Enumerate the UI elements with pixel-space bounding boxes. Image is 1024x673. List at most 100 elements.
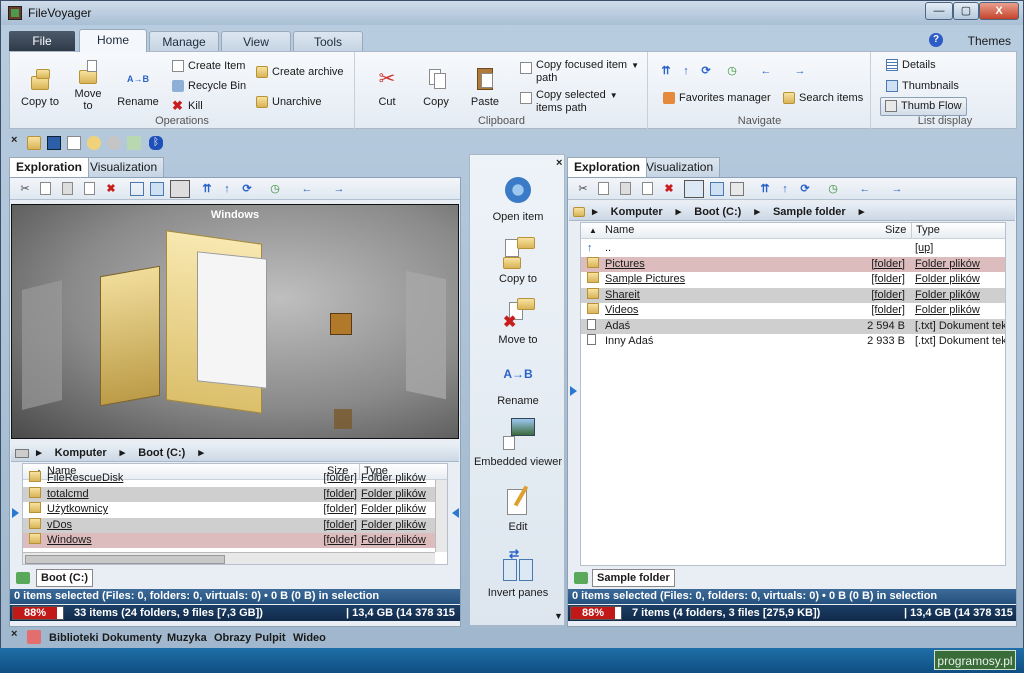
left-drive-tab[interactable]: Boot (C:)	[36, 569, 94, 587]
help-icon[interactable]: ?	[929, 33, 943, 47]
library-wideo[interactable]: Wideo	[293, 632, 326, 644]
back-icon[interactable]: ←	[759, 64, 773, 78]
table-row[interactable]: Adaś 2 594 B [.txt] Dokument teks	[581, 318, 1005, 334]
copy-to-button[interactable]: Copy to	[16, 66, 64, 108]
left-horizontal-scrollbar[interactable]	[23, 552, 435, 564]
breadcrumb-sample-folder[interactable]: Sample folder	[773, 206, 846, 218]
right-breadcrumb[interactable]: ▸ Komputer ▸ Boot (C:) ▸ Sample folder ▸	[569, 203, 1015, 221]
unarchive-button[interactable]: Unarchive	[256, 96, 322, 109]
thumbnails-view-icon[interactable]	[150, 182, 164, 196]
close-libraries-icon[interactable]: ×	[11, 628, 17, 640]
search-items-button[interactable]: Search items	[783, 92, 863, 105]
open-item-button[interactable]: Open item	[470, 173, 566, 223]
tab-home[interactable]: Home	[79, 29, 147, 52]
go-root-icon[interactable]: ⇈	[758, 182, 772, 196]
thumb-flow-view-button[interactable]: Thumb Flow	[880, 97, 967, 116]
drive-folder-icon[interactable]	[27, 136, 41, 150]
back-icon[interactable]: ←	[300, 182, 314, 196]
close-panel-icon[interactable]: ×	[556, 157, 562, 169]
table-row[interactable]: Windows [folder] Folder plików	[23, 533, 435, 548]
cut-icon[interactable]: ✂	[576, 182, 590, 196]
table-row[interactable]: ↑.. [up]	[581, 241, 1005, 256]
center-rename-button[interactable]: A→B Rename	[470, 357, 566, 407]
copy-focused-path-button[interactable]: Copy focused item path▼	[520, 59, 639, 85]
breadcrumb-komputer[interactable]: Komputer	[611, 206, 663, 218]
create-archive-button[interactable]: Create archive	[256, 66, 344, 79]
library-muzyka[interactable]: Muzyka	[167, 632, 207, 644]
add-tab-icon[interactable]	[16, 572, 30, 584]
details-view-button[interactable]: Details	[886, 59, 936, 72]
table-row[interactable]: Pictures [folder] Folder plików	[581, 256, 1005, 272]
go-root-icon[interactable]: ⇈	[200, 182, 214, 196]
rename-button[interactable]: A→B Rename	[114, 66, 162, 108]
left-breadcrumb[interactable]: ▸ Komputer ▸ Boot (C:) ▸	[11, 444, 459, 462]
thumb-flow-viewer[interactable]: Windows	[11, 204, 459, 439]
right-tab-exploration[interactable]: Exploration	[567, 157, 648, 177]
go-up-icon[interactable]: ↑	[679, 64, 693, 78]
details-view-icon[interactable]	[684, 180, 704, 198]
column-name[interactable]: Name	[605, 223, 634, 238]
kill-button[interactable]: ✖ Kill	[172, 99, 203, 113]
paste-icon[interactable]	[62, 182, 73, 195]
center-copy-to-button[interactable]: Copy to	[470, 235, 566, 285]
title-bar[interactable]: FileVoyager — ▢ X	[1, 1, 1023, 25]
cut-button[interactable]: ✂ Cut	[372, 66, 402, 108]
forward-icon[interactable]: →	[332, 182, 346, 196]
bluetooth-icon[interactable]: ᛒ	[149, 136, 163, 150]
left-vertical-scrollbar[interactable]	[435, 480, 447, 552]
table-row[interactable]: vDos [folder] Folder plików	[23, 517, 435, 533]
library-biblioteki[interactable]: Biblioteki	[49, 632, 99, 644]
go-root-icon[interactable]: ⇈	[659, 64, 673, 78]
delete-icon[interactable]: ✖	[104, 182, 118, 196]
minimize-button[interactable]: —	[925, 2, 953, 20]
refresh-icon[interactable]: ⟳	[240, 182, 254, 196]
recycle-icon[interactable]	[127, 136, 141, 150]
center-move-to-button[interactable]: ✖ Move to	[470, 296, 566, 346]
details-view-icon[interactable]	[130, 182, 144, 196]
right-tab-visualization[interactable]: Visualization	[639, 157, 721, 177]
column-size[interactable]: Size	[885, 223, 906, 238]
new-item-icon[interactable]	[642, 182, 653, 195]
thumb-flow-view-icon[interactable]	[170, 180, 190, 198]
edit-button[interactable]: Edit	[470, 483, 566, 533]
tab-view[interactable]: View	[221, 31, 291, 51]
table-row[interactable]: Użytkownicy [folder] Folder plików	[23, 502, 435, 517]
table-row[interactable]: Shareit [folder] Folder plików	[581, 287, 1005, 303]
copy-button[interactable]: Copy	[418, 66, 454, 108]
table-row[interactable]: totalcmd [folder] Folder plików	[23, 486, 435, 502]
themes-button[interactable]: Themes	[968, 34, 1011, 48]
delete-icon[interactable]: ✖	[662, 182, 676, 196]
recycle-bin-button[interactable]: Recycle Bin	[172, 80, 246, 93]
thumbnails-view-button[interactable]: Thumbnails	[886, 80, 959, 93]
refresh-icon[interactable]: ⟳	[798, 182, 812, 196]
breadcrumb-boot[interactable]: Boot (C:)	[138, 447, 185, 459]
favorites-manager-button[interactable]: Favorites manager	[663, 92, 771, 105]
back-icon[interactable]: ←	[858, 182, 872, 196]
new-item-icon[interactable]	[84, 182, 95, 195]
left-tab-visualization[interactable]: Visualization	[83, 157, 165, 177]
go-up-icon[interactable]: ↑	[778, 182, 792, 196]
library-obrazy[interactable]: Obrazy	[214, 632, 251, 644]
network-icon[interactable]	[87, 136, 101, 150]
close-toolbar-icon[interactable]: ×	[11, 134, 17, 146]
computer-icon[interactable]	[47, 136, 61, 150]
forward-icon[interactable]: →	[890, 182, 904, 196]
forward-icon[interactable]: →	[793, 64, 807, 78]
breadcrumb-boot[interactable]: Boot (C:)	[694, 206, 741, 218]
add-tab-icon[interactable]	[574, 572, 588, 584]
settings-gear-icon[interactable]	[107, 136, 121, 150]
history-icon[interactable]: ◷	[826, 182, 840, 196]
go-up-icon[interactable]: ↑	[220, 182, 234, 196]
column-type[interactable]: Type	[911, 223, 940, 238]
left-side-arrow-right-icon[interactable]	[452, 508, 459, 518]
create-item-button[interactable]: Create Item	[172, 60, 245, 73]
thumbnails-view-icon[interactable]	[710, 182, 724, 196]
library-dokumenty[interactable]: Dokumenty	[102, 632, 162, 644]
breadcrumb-komputer[interactable]: Komputer	[55, 447, 107, 459]
tab-manage[interactable]: Manage	[149, 31, 219, 51]
right-folder-tab[interactable]: Sample folder	[592, 569, 675, 587]
invert-panes-button[interactable]: ⇄ Invert panes	[470, 547, 566, 599]
right-side-arrow-icon[interactable]	[570, 386, 577, 396]
table-row[interactable]: FileRescueDisk [folder] Folder plików	[23, 471, 435, 486]
close-button[interactable]: X	[979, 2, 1019, 20]
